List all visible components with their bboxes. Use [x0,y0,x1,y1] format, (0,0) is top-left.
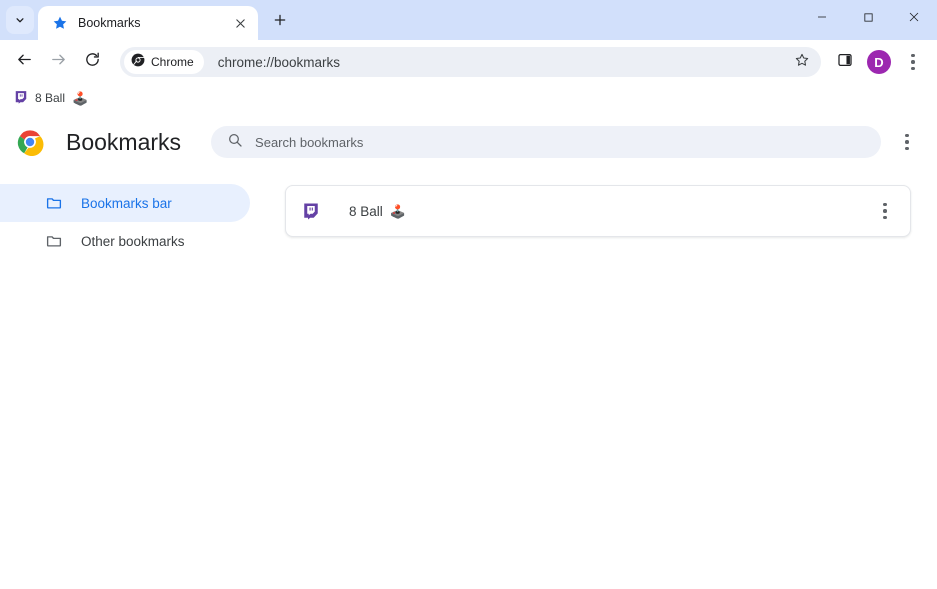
avatar: D [867,50,891,74]
sidebar-item-bookmarks-bar[interactable]: Bookmarks bar [0,184,250,222]
bookmarks-bar-item-label: 8 Ball [35,91,66,105]
three-dot-menu-icon [905,133,909,151]
window-controls [799,0,937,34]
bookmarks-list: 8 Ball 🕹️ [285,172,937,260]
back-arrow-icon [16,51,33,73]
plus-icon [273,13,287,32]
search-bookmarks-field[interactable] [211,126,881,158]
browser-menu-button[interactable] [897,46,929,78]
reload-icon [84,51,101,73]
twitch-icon [302,202,320,220]
browser-tab-bookmarks[interactable]: Bookmarks [38,6,258,40]
sidebar-item-label: Other bookmarks [81,233,185,249]
bookmarks-bar-item-8-ball[interactable]: 8 Ball 🕹️ [6,86,96,111]
bookmarks-body: Bookmarks bar Other bookmarks 8 Ball 🕹️ [0,172,937,260]
tab-title: Bookmarks [78,16,141,30]
folder-icon [45,232,63,250]
search-icon [227,132,243,153]
window-titlebar: Bookmarks [0,0,937,40]
forward-button[interactable] [42,46,74,78]
minimize-button[interactable] [799,0,845,34]
chevron-down-icon [13,13,27,27]
address-bar-url: chrome://bookmarks [217,54,340,70]
maximize-button[interactable] [845,0,891,34]
chrome-logo-mono-icon [131,53,145,72]
forward-arrow-icon [50,51,67,73]
search-input[interactable] [255,134,865,150]
address-bar[interactable]: Chrome chrome://bookmarks [120,47,821,77]
chrome-source-chip[interactable]: Chrome [124,50,204,74]
bookmark-row-8-ball[interactable]: 8 Ball 🕹️ [285,185,911,237]
reload-button[interactable] [76,46,108,78]
close-button[interactable] [891,0,937,34]
bookmarks-more-menu-button[interactable] [891,126,923,158]
bookmarks-bar: 8 Ball 🕹️ [0,84,937,112]
sidebar-item-other-bookmarks[interactable]: Other bookmarks [0,222,250,260]
side-panel-button[interactable] [829,46,861,78]
chrome-chip-label: Chrome [151,55,194,69]
bookmarks-sidebar: Bookmarks bar Other bookmarks [0,172,285,260]
tab-close-button[interactable] [230,13,250,33]
back-button[interactable] [8,46,40,78]
star-outline-icon [794,52,810,73]
bookmark-title-text: 8 Ball [349,203,383,219]
profile-button[interactable]: D [863,46,895,78]
sidebar-item-label: Bookmarks bar [81,195,172,211]
chrome-logo-icon [16,128,44,157]
bookmark-title: 8 Ball 🕹️ [349,204,406,219]
folder-icon [45,194,63,212]
new-tab-button[interactable] [266,8,294,36]
bookmarks-manager-page: Bookmarks Bookmarks bar [0,112,937,589]
page-title: Bookmarks [66,128,182,155]
joystick-emoji-icon: 🕹️ [72,90,89,106]
three-dot-menu-icon [911,53,915,71]
bookmark-row-menu-button[interactable] [870,196,900,226]
twitch-icon [14,90,28,107]
browser-toolbar: Chrome chrome://bookmarks D [0,40,937,84]
side-panel-icon [837,52,853,73]
three-dot-menu-icon [883,202,887,220]
tab-search-button[interactable] [6,6,34,34]
joystick-emoji-icon: 🕹️ [389,203,406,219]
bookmark-star-button[interactable] [789,49,815,75]
page-header: Bookmarks [0,112,937,172]
star-icon [52,15,68,31]
